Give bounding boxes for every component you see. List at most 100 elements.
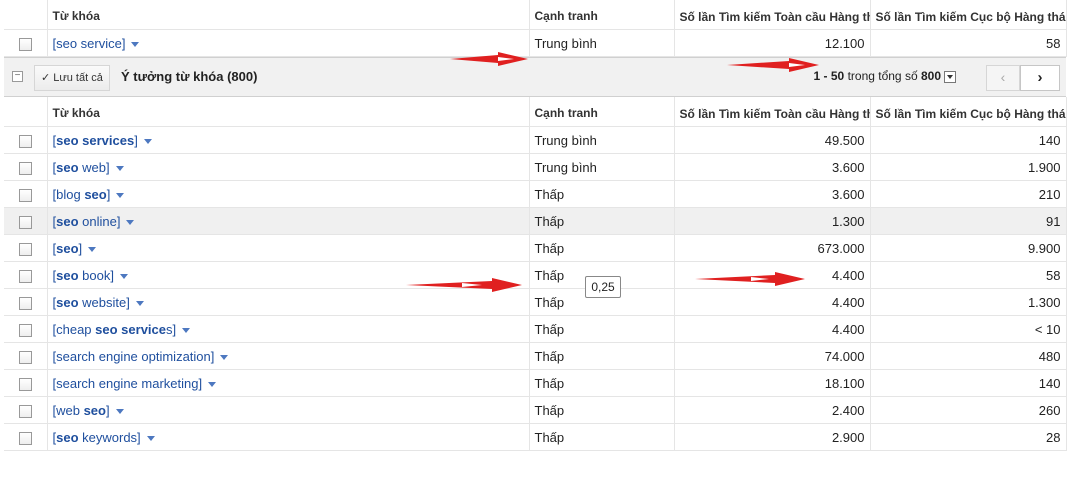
keyword-cell: [seo] [47, 234, 530, 262]
chevron-down-icon[interactable] [88, 246, 97, 252]
keyword-link[interactable]: [search engine optimization] [53, 349, 215, 364]
keyword-link[interactable]: [search engine marketing] [53, 376, 203, 391]
annotation-arrow-icon [695, 272, 805, 286]
save-all-button[interactable]: ✓ Lưu tất cả [34, 65, 110, 91]
chevron-down-icon[interactable] [126, 219, 135, 225]
header-competition[interactable]: Cạnh tranh [529, 0, 675, 30]
row-checkbox[interactable] [18, 134, 32, 148]
row-checkbox-cell [4, 396, 48, 424]
table-row: [seo book] Thấp 4.400 58 [4, 261, 1067, 289]
local-searches-cell: 1.900 [870, 153, 1067, 181]
global-searches-cell: 3.600 [674, 153, 871, 181]
row-checkbox-cell [4, 29, 48, 57]
local-searches-cell: 91 [870, 207, 1067, 235]
table-row: [blog seo] Thấp 3.600 210 [4, 180, 1067, 208]
local-searches-cell: 480 [870, 342, 1067, 370]
competition-cell: Trung bình [529, 153, 675, 181]
chevron-down-icon[interactable] [116, 192, 125, 198]
global-searches-cell: 2.900 [674, 423, 871, 451]
local-searches-cell: < 10 [870, 315, 1067, 343]
table-row: [seo keywords] Thấp 2.900 28 [4, 423, 1067, 451]
row-checkbox[interactable] [18, 431, 32, 445]
annotation-arrow-icon [406, 278, 522, 292]
row-checkbox-cell [4, 342, 48, 370]
header-global-searches[interactable]: Số lần Tìm kiếm Toàn cầu Hàng tháng? [674, 97, 871, 127]
header-local-searches[interactable]: Số lần Tìm kiếm Cục bộ Hàng tháng? [870, 97, 1067, 127]
keyword-cell: [seo online] [47, 207, 530, 235]
header-global-searches[interactable]: Số lần Tìm kiếm Toàn cầu Hàng tháng? [674, 0, 871, 30]
row-checkbox[interactable] [18, 37, 32, 51]
keyword-ideas-body: [seo services] Trung bình 49.500 140 [seo we… [4, 126, 1067, 451]
collapse-icon[interactable]: − [12, 71, 23, 82]
page-size-dropdown-icon[interactable] [944, 70, 956, 83]
row-checkbox[interactable] [18, 350, 32, 364]
row-checkbox-cell [4, 288, 48, 316]
keyword-tool: Từ khóa Cạnh tranh Số lần Tìm kiếm Toàn … [4, 0, 1067, 451]
row-checkbox[interactable] [18, 296, 32, 310]
keyword-link[interactable]: [seo web] [53, 160, 110, 175]
global-searches-cell: 12.100 [674, 29, 871, 57]
header-keyword[interactable]: Từ khóa [47, 0, 530, 30]
next-page-button[interactable]: › [1020, 65, 1060, 91]
global-searches-cell: 4.400 [674, 315, 871, 343]
chevron-down-icon[interactable] [119, 273, 128, 279]
row-checkbox[interactable] [18, 323, 32, 337]
row-checkbox[interactable] [18, 161, 32, 175]
local-searches-cell: 210 [870, 180, 1067, 208]
row-checkbox[interactable] [18, 269, 32, 283]
competition-cell: Thấp [529, 369, 675, 397]
prev-page-button[interactable]: ‹ [986, 65, 1020, 91]
table-row: [seo service] Trung bình 12.100 58 [4, 29, 1067, 57]
keyword-cell: [seo website] [47, 288, 530, 316]
table-row: [seo online] Thấp 1.300 91 [4, 207, 1067, 235]
keyword-cell: [search engine marketing] [47, 369, 530, 397]
chevron-down-icon[interactable] [146, 435, 155, 441]
header-competition[interactable]: Cạnh tranh [529, 97, 675, 127]
keyword-ideas-title: Ý tưởng từ khóa (800) [121, 69, 258, 84]
chevron-down-icon[interactable] [115, 408, 124, 414]
keyword-link[interactable]: [seo] [53, 241, 83, 256]
competition-cell: Thấp [529, 396, 675, 424]
value-tooltip: 0,25 [585, 276, 621, 298]
chevron-down-icon[interactable] [182, 327, 191, 333]
chevron-down-icon[interactable] [131, 41, 140, 47]
keyword-link[interactable]: [seo book] [53, 268, 114, 283]
chevron-down-icon[interactable] [208, 381, 217, 387]
competition-cell: Thấp [529, 180, 675, 208]
chevron-down-icon[interactable] [115, 165, 124, 171]
keyword-link[interactable]: [seo online] [53, 214, 121, 229]
annotation-arrow-icon [727, 58, 819, 72]
local-searches-cell: 140 [870, 369, 1067, 397]
chevron-down-icon[interactable] [220, 354, 229, 360]
keyword-cell: [search engine optimization] [47, 342, 530, 370]
row-checkbox[interactable] [18, 404, 32, 418]
row-checkbox[interactable] [18, 377, 32, 391]
keyword-cell: [seo web] [47, 153, 530, 181]
global-searches-cell: 74.000 [674, 342, 871, 370]
header-local-searches[interactable]: Số lần Tìm kiếm Cục bộ Hàng tháng? [870, 0, 1067, 30]
chevron-down-icon[interactable] [143, 138, 152, 144]
local-searches-cell: 9.900 [870, 234, 1067, 262]
row-checkbox[interactable] [18, 188, 32, 202]
row-checkbox-cell [4, 369, 48, 397]
row-checkbox[interactable] [18, 215, 32, 229]
global-searches-cell: 673.000 [674, 234, 871, 262]
table-row: [seo web] Trung bình 3.600 1.900 [4, 153, 1067, 181]
keyword-link[interactable]: [seo services] [53, 133, 138, 148]
keyword-ideas-table: Từ khóa Cạnh tranh Số lần Tìm kiếm Toàn … [4, 97, 1067, 451]
keyword-link[interactable]: [seo website] [53, 295, 130, 310]
keyword-link[interactable]: [blog seo] [53, 187, 111, 202]
keyword-link[interactable]: [seo keywords] [53, 430, 141, 445]
row-checkbox[interactable] [18, 242, 32, 256]
global-searches-cell: 49.500 [674, 126, 871, 154]
table-row: [web seo] Thấp 2.400 260 [4, 396, 1067, 424]
local-searches-cell: 140 [870, 126, 1067, 154]
table-row: [seo] Thấp 673.000 9.900 [4, 234, 1067, 262]
chevron-down-icon[interactable] [135, 300, 144, 306]
keyword-link[interactable]: [seo service] [53, 36, 126, 51]
local-searches-cell: 260 [870, 396, 1067, 424]
keyword-link[interactable]: [cheap seo services] [53, 322, 177, 337]
header-keyword[interactable]: Từ khóa [47, 97, 530, 127]
keyword-link[interactable]: [web seo] [53, 403, 110, 418]
row-checkbox-cell [4, 423, 48, 451]
